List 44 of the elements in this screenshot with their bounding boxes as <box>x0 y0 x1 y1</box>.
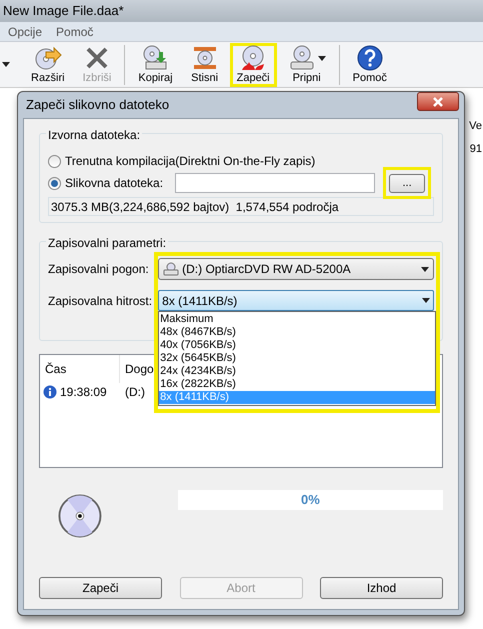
disc-icon <box>58 493 102 539</box>
drive-dropdown[interactable]: (D:) OptiarcDVD RW AD-5200A <box>158 258 434 280</box>
column-header[interactable]: Čas <box>40 355 120 383</box>
toolbar-button[interactable]: Pomoč <box>346 42 394 86</box>
speed-option[interactable]: 32x (5645KB/s) <box>159 352 436 365</box>
speed-option[interactable]: 48x (8467KB/s) <box>159 326 436 339</box>
file-path-field[interactable] <box>175 173 376 193</box>
speed-option[interactable]: Maksimum <box>159 313 436 326</box>
image-info-field: 3075.3 MB(3,224,686,592 bajtov) 1,574,554 področja <box>48 197 434 216</box>
radio-button[interactable] <box>48 176 61 190</box>
caret-icon <box>422 298 430 303</box>
radio-label: Slikovna datoteka: <box>65 175 164 192</box>
caret-icon <box>2 62 10 67</box>
column-header[interactable]: Dogo <box>120 355 160 383</box>
toolbar-button[interactable]: Zapeči <box>230 42 277 86</box>
toolbar-button[interactable]: Pripni <box>280 42 333 86</box>
background-text: Ve <box>469 119 482 134</box>
dropdown-caret-icon <box>318 56 326 60</box>
speed-option[interactable]: 16x (2822KB/s) <box>159 378 436 391</box>
background-text: 91 <box>470 142 482 156</box>
toolbar-button[interactable]: Kopiraj <box>131 42 180 86</box>
dialog-button[interactable]: Zapeči <box>39 577 162 599</box>
toolbar-button[interactable]: Razširi <box>24 42 72 86</box>
speed-option[interactable]: 40x (7056KB/s) <box>159 339 436 352</box>
close-button[interactable] <box>417 92 459 111</box>
menu-item[interactable]: Opcije <box>8 22 42 40</box>
dialog-button[interactable]: Izhod <box>320 577 443 599</box>
field-label: Zapisovalni pogon: <box>48 261 150 278</box>
speed-dropdown[interactable]: 8x (1411KB/s) <box>158 290 434 311</box>
table-cell-text: (D:) <box>124 384 146 401</box>
radio-label: Trenutna kompilacija(Direktni On-the-Fly zapis) <box>65 153 316 170</box>
close-icon <box>433 96 443 106</box>
progress-percentage: 0% <box>301 491 320 510</box>
table-cell-text: 19:38:09 <box>60 384 107 401</box>
radio-button[interactable] <box>48 154 61 168</box>
toolbar-button[interactable]: Stisni <box>184 42 226 86</box>
menu-item[interactable]: Pomoč <box>56 22 94 40</box>
dialog-title: Zapeči slikovno datoteko <box>25 96 170 114</box>
window-title: New Image File.daa* <box>0 0 483 22</box>
info-icon <box>43 385 57 399</box>
caret-icon <box>421 266 429 272</box>
drive-icon <box>163 262 180 276</box>
speed-option[interactable]: 24x (4234KB/s) <box>159 365 436 378</box>
field-label: Zapisovalna hitrost: <box>48 293 154 310</box>
